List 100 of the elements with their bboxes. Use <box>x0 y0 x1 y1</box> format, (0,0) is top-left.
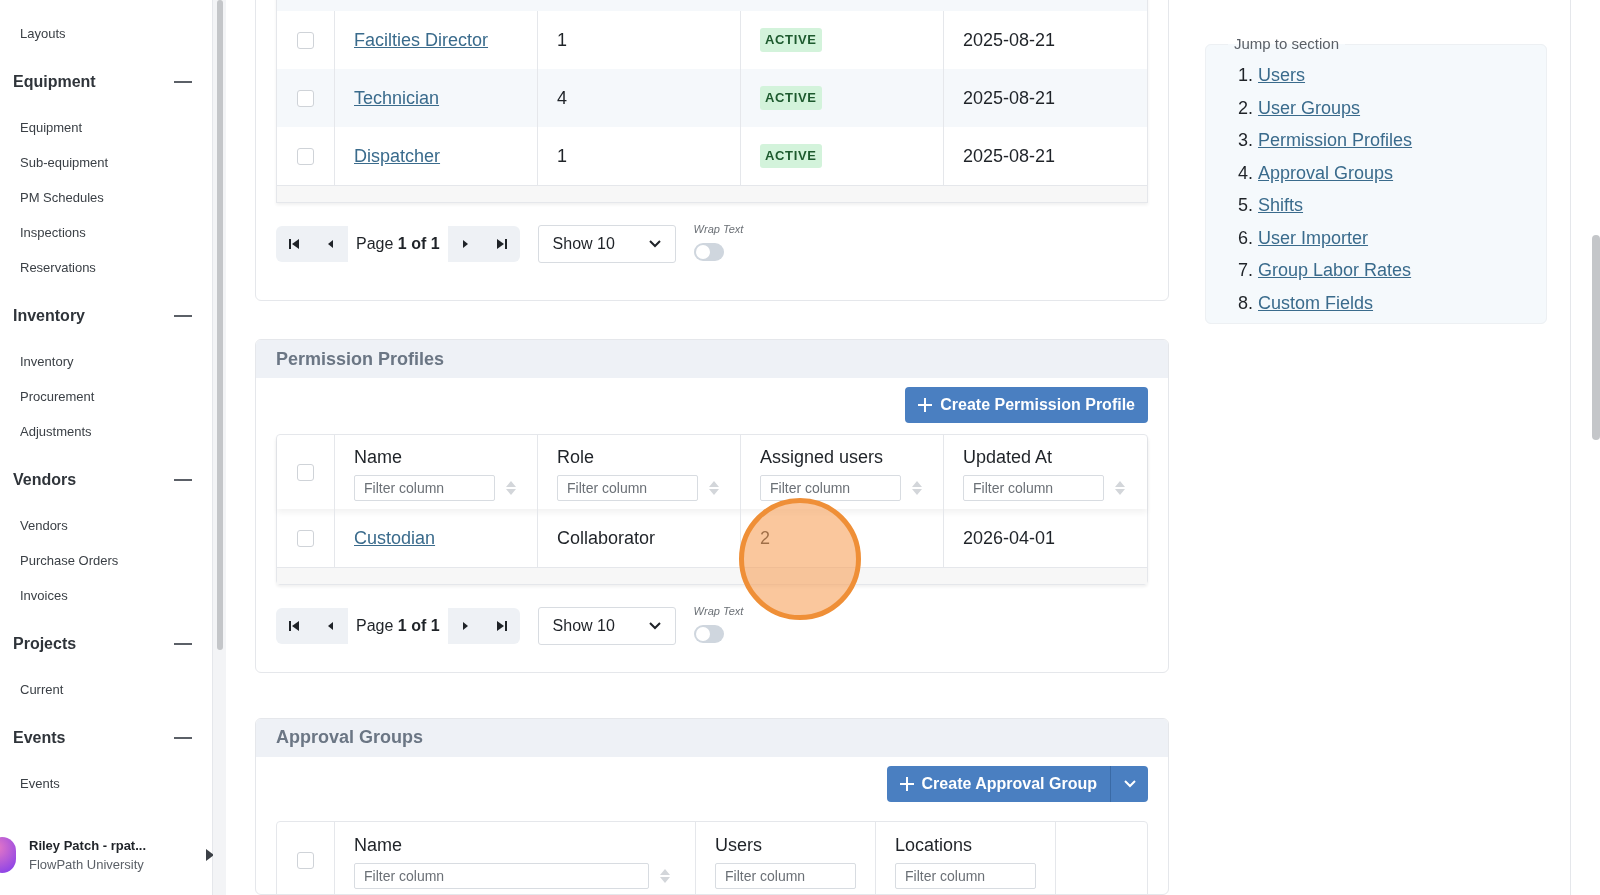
sort-icon[interactable] <box>708 479 720 496</box>
sidebar-item[interactable]: Vendors <box>20 515 68 536</box>
wrap-text-toggle[interactable] <box>693 242 724 261</box>
status-badge: ACTIVE <box>760 86 822 110</box>
section-header: Approval Groups <box>256 718 1168 757</box>
checkbox[interactable] <box>297 529 314 547</box>
status-badge: ACTIVE <box>760 28 822 52</box>
list-number: 4. <box>1238 161 1253 185</box>
link[interactable]: Approval Groups <box>1258 159 1394 187</box>
skip-back-icon <box>288 238 300 250</box>
checkbox[interactable] <box>297 852 314 870</box>
scrollbar-thumb[interactable] <box>1592 235 1600 440</box>
link[interactable]: User Importer <box>1258 224 1369 252</box>
list-number: 6. <box>1238 226 1253 250</box>
sidebar-item[interactable]: Purchase Orders <box>20 550 119 571</box>
skip-forward-icon <box>495 238 508 250</box>
sidebar-item[interactable]: Adjustments <box>20 421 92 442</box>
table-cell-text: 2026-04-01 <box>963 526 1056 550</box>
checkbox[interactable] <box>297 147 314 165</box>
link[interactable]: User Groups <box>1258 94 1361 122</box>
list-number: 5. <box>1238 194 1253 218</box>
sidebar-item[interactable]: Inventory <box>20 351 74 372</box>
filter-field[interactable]: Filter column <box>963 474 1104 501</box>
create-button[interactable]: Create Permission Profile <box>905 387 1148 423</box>
panel-title: Jump to section <box>1233 34 1341 54</box>
column-header[interactable]: Users <box>715 832 875 860</box>
sidebar-item[interactable]: Inspections <box>20 222 86 243</box>
create-button[interactable]: Create Approval Group <box>886 765 1111 802</box>
link[interactable]: Users <box>1258 62 1306 90</box>
sidebar-group-header[interactable]: Vendors <box>13 468 77 492</box>
first-page-button[interactable] <box>276 226 312 262</box>
link[interactable]: Shifts <box>1258 192 1304 220</box>
chevron-down-icon <box>648 622 661 630</box>
sidebar-item[interactable]: Procurement <box>20 386 95 407</box>
skip-back-icon <box>288 620 300 632</box>
sidebar-item[interactable]: Current <box>20 679 64 700</box>
table-cell-text: 1 <box>557 144 567 168</box>
list-number: 3. <box>1238 129 1253 153</box>
last-page-button[interactable] <box>483 608 520 644</box>
column-header[interactable]: Name <box>354 832 695 860</box>
sort-icon[interactable] <box>505 479 517 496</box>
link[interactable]: Custom Fields <box>1258 289 1374 317</box>
sidebar-group-header[interactable]: Projects <box>13 632 77 656</box>
dropdown-button[interactable] <box>1111 765 1148 802</box>
sidebar-item[interactable]: Layouts <box>20 23 66 44</box>
toggle-label: Wrap Text <box>693 604 744 620</box>
link[interactable]: Permission Profiles <box>1258 127 1413 155</box>
filter-field[interactable]: Filter column <box>354 863 649 890</box>
filter-field[interactable]: Filter column <box>760 474 901 501</box>
chevron-down-icon <box>648 240 661 248</box>
sort-icon[interactable] <box>1114 479 1126 496</box>
plus-icon <box>899 776 914 791</box>
list-number: 2. <box>1238 96 1253 120</box>
filter-field[interactable]: Filter column <box>895 863 1036 890</box>
checkbox[interactable] <box>297 31 314 49</box>
link[interactable]: Technician <box>354 84 440 112</box>
table-cell-text: 2 <box>760 526 770 550</box>
sidebar-item[interactable]: Equipment <box>20 117 83 138</box>
link[interactable]: Group Labor Rates <box>1258 257 1412 285</box>
toggle-label: Wrap Text <box>693 222 744 238</box>
page-indicator: Page 1 of 1 <box>355 234 441 254</box>
table-cell-text: 1 <box>557 28 567 52</box>
column-header[interactable]: Locations <box>895 832 1055 860</box>
wrap-text-toggle[interactable] <box>693 624 724 643</box>
column-header[interactable]: Role <box>557 443 740 471</box>
table-cell-text: 2025-08-21 <box>963 86 1056 110</box>
sidebar-item[interactable]: Events <box>20 773 60 794</box>
sort-icon[interactable] <box>911 479 923 496</box>
table-cell-text: 2025-08-21 <box>963 144 1056 168</box>
link[interactable]: Facilties Director <box>354 26 489 54</box>
sidebar-group-header[interactable]: Inventory <box>13 304 85 328</box>
table-cell-text: 2025-08-21 <box>963 28 1056 52</box>
first-page-button[interactable] <box>276 608 312 644</box>
column-header[interactable]: Assigned users <box>760 443 943 471</box>
last-page-button[interactable] <box>483 226 520 262</box>
sidebar-group-header[interactable]: Events <box>13 726 66 750</box>
list-number: 1. <box>1238 64 1253 88</box>
sidebar-item[interactable]: Reservations <box>20 257 96 278</box>
list-number: 8. <box>1238 291 1253 315</box>
sidebar-item[interactable]: Invoices <box>20 585 68 606</box>
sort-icon[interactable] <box>659 868 671 885</box>
table-cell-text: Collaborator <box>557 526 656 550</box>
column-header[interactable]: Name <box>354 443 537 471</box>
sidebar-item[interactable]: Sub-equipment <box>20 152 109 173</box>
filter-field[interactable]: Filter column <box>557 474 698 501</box>
link[interactable]: Custodian <box>354 524 436 552</box>
filter-field[interactable]: Filter column <box>354 474 495 501</box>
page-size-select[interactable]: Show 10 <box>537 225 676 263</box>
page-indicator: Page 1 of 1 <box>355 616 441 636</box>
user-name: Riley Patch - rpat... <box>29 836 147 855</box>
checkbox[interactable] <box>297 463 314 481</box>
sidebar-item[interactable]: PM Schedules <box>20 187 104 208</box>
chevron-down-icon <box>1123 779 1136 788</box>
filter-field[interactable]: Filter column <box>715 863 856 890</box>
column-header[interactable]: Updated At <box>963 443 1147 471</box>
sidebar-group-header[interactable]: Equipment <box>13 70 96 94</box>
link[interactable]: Dispatcher <box>354 142 441 170</box>
checkbox[interactable] <box>297 89 314 107</box>
page-size-select[interactable]: Show 10 <box>537 607 676 645</box>
scrollbar-thumb[interactable] <box>217 0 223 650</box>
